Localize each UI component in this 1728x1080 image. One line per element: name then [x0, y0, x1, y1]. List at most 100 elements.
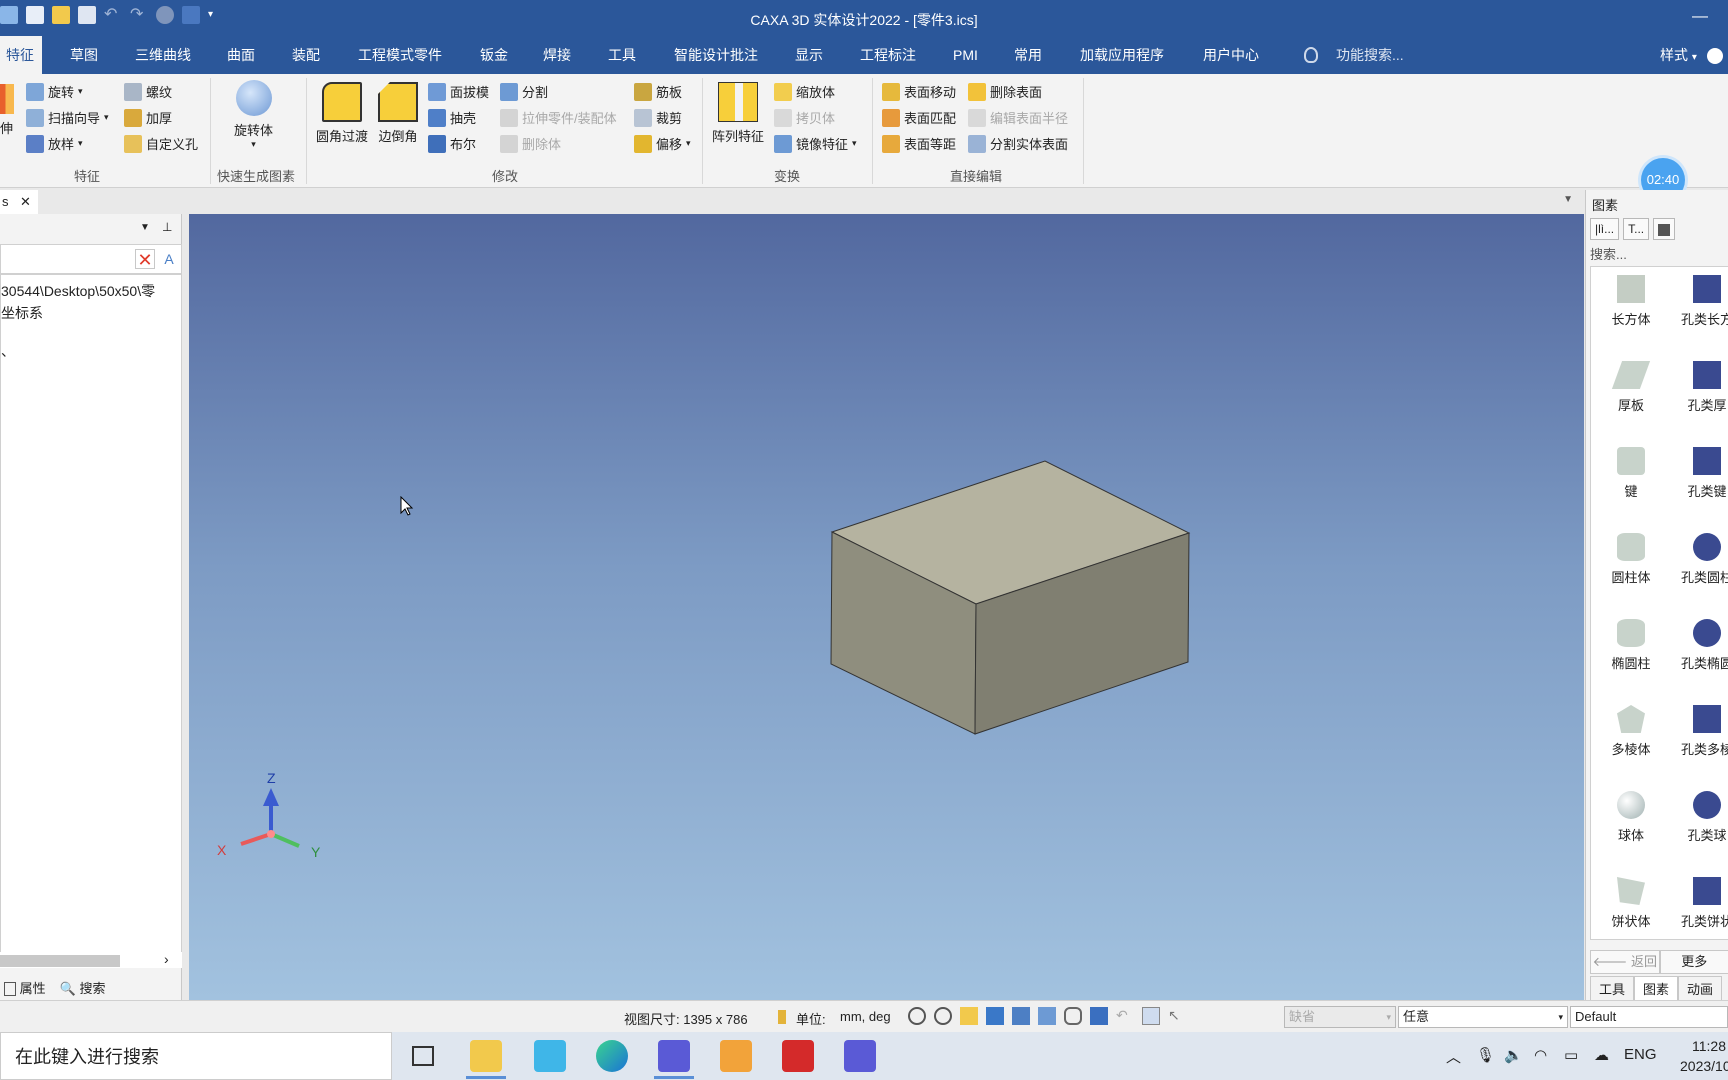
tab-engineering-annotation[interactable]: 工程标注: [854, 36, 922, 74]
minimize-button[interactable]: —: [1692, 8, 1708, 26]
chamfer-button[interactable]: 边倒角: [378, 82, 418, 145]
tab-sketch[interactable]: 草图: [64, 36, 104, 74]
tab-feature[interactable]: 特征: [0, 36, 42, 74]
section-icon[interactable]: [1012, 1007, 1030, 1025]
properties-tab[interactable]: 属性: [4, 978, 46, 997]
element-hole-key[interactable]: 孔类键: [1667, 447, 1728, 500]
trim-button[interactable]: 裁剪: [634, 108, 682, 127]
delete-body-button[interactable]: 删除体: [500, 134, 561, 153]
fillet-button[interactable]: 圆角过渡: [316, 82, 368, 145]
elements-tab[interactable]: 图素: [1634, 976, 1679, 1001]
microphone-icon[interactable]: 🎙: [1476, 1046, 1495, 1064]
chevron-down-icon[interactable]: ▼: [140, 222, 150, 233]
task-view-icon[interactable]: [412, 1046, 434, 1066]
element-hole-cylinder[interactable]: 孔类圆柱: [1667, 533, 1728, 586]
filter-options-icon[interactable]: A: [159, 249, 179, 269]
edit-face-radius-button[interactable]: 编辑表面半径: [968, 108, 1068, 127]
tab-pmi[interactable]: PMI: [947, 36, 984, 74]
offset-button[interactable]: 偏移 ▾: [634, 134, 691, 153]
thread-button[interactable]: 螺纹: [124, 82, 172, 101]
bilibili-icon[interactable]: [534, 1040, 566, 1072]
selection-filter-select[interactable]: 任意 ▾: [1398, 1006, 1568, 1028]
tab-smart-annotation[interactable]: 智能设计批注: [668, 36, 764, 74]
element-cylinder[interactable]: 圆柱体: [1591, 533, 1671, 586]
tab-tools[interactable]: 工具: [602, 36, 642, 74]
element-hole-elliptic-cylinder[interactable]: 孔类椭圆: [1667, 619, 1728, 672]
unit-value[interactable]: mm, deg: [840, 1009, 891, 1024]
custom-hole-button[interactable]: 自定义孔: [124, 134, 198, 153]
solidworks-icon[interactable]: [782, 1040, 814, 1072]
revolve-body-button[interactable]: 旋转体 ▾: [234, 80, 273, 150]
viewport-canvas[interactable]: [189, 214, 1584, 1000]
scale-button[interactable]: 缩放体: [774, 82, 835, 101]
pattern-button[interactable]: 阵列特征: [712, 82, 764, 145]
tab-sheet-metal[interactable]: 钣金: [474, 36, 514, 74]
edge-icon[interactable]: [596, 1040, 628, 1072]
help-icon[interactable]: [1706, 48, 1723, 65]
tree-item-part[interactable]: 、: [1, 341, 15, 361]
style-select[interactable]: Default: [1570, 1006, 1728, 1028]
element-hole-thick-plate[interactable]: 孔类厚: [1667, 361, 1728, 414]
tab-welding[interactable]: 焊接: [537, 36, 577, 74]
element-hole-pie[interactable]: 孔类饼状: [1667, 877, 1728, 930]
loft-button[interactable]: 放样 ▾: [26, 134, 83, 153]
wifi-icon[interactable]: ◠: [1534, 1046, 1547, 1064]
cloud-icon[interactable]: ☁: [1594, 1046, 1609, 1064]
revolve-button[interactable]: 旋转 ▾: [26, 82, 83, 101]
app-i-icon[interactable]: [720, 1040, 752, 1072]
pointer-icon[interactable]: ↖: [1168, 1007, 1186, 1025]
stretch-part-button[interactable]: 拉伸零件/装配体: [500, 108, 617, 127]
catalog-tab-save[interactable]: [1653, 218, 1676, 240]
chevron-down-icon[interactable]: ▼: [1563, 194, 1573, 205]
speaker-icon[interactable]: 🔈: [1504, 1046, 1523, 1064]
sweep-button[interactable]: 扫描向导 ▾: [26, 108, 109, 127]
element-polygon-prism[interactable]: 多棱体: [1591, 705, 1671, 758]
element-cuboid[interactable]: 长方体: [1591, 275, 1671, 328]
caxa-icon[interactable]: [658, 1040, 690, 1072]
tab-load-apps[interactable]: 加载应用程序: [1074, 36, 1170, 74]
face-draft-button[interactable]: 面拔模: [428, 82, 489, 101]
document-tab[interactable]: s ✕: [0, 190, 38, 214]
select-pointer-icon[interactable]: [1142, 1007, 1160, 1025]
taskbar-search-input[interactable]: 在此键入进行搜索: [0, 1032, 392, 1080]
rib-button[interactable]: 筋板: [634, 82, 682, 101]
element-key[interactable]: 键: [1591, 447, 1671, 500]
close-icon[interactable]: ✕: [20, 190, 31, 214]
tree-item-path[interactable]: 30544\Desktop\50x50\零: [1, 281, 155, 301]
element-sphere[interactable]: 球体: [1591, 791, 1671, 844]
element-pie[interactable]: 饼状体: [1591, 877, 1671, 930]
tree-item-coordinate-system[interactable]: 坐标系: [1, 303, 43, 323]
boolean-button[interactable]: 布尔: [428, 134, 476, 153]
back-button[interactable]: 🡐 返回: [1590, 950, 1660, 974]
copy-body-button[interactable]: 拷贝体: [774, 108, 835, 127]
tab-user-center[interactable]: 用户中心: [1197, 36, 1265, 74]
filter-select-disabled[interactable]: 缺省 ▾: [1284, 1006, 1396, 1028]
split-button[interactable]: 分割: [500, 82, 548, 101]
thicken-button[interactable]: 加厚: [124, 108, 172, 127]
catalog-tab-1[interactable]: |lì...: [1590, 218, 1620, 240]
function-search-input[interactable]: 功能搜索...: [1336, 36, 1404, 74]
style-menu[interactable]: 样式 ▾: [1660, 36, 1723, 74]
tab-assembly[interactable]: 装配: [286, 36, 326, 74]
extrude-button[interactable]: 伸: [0, 84, 14, 137]
tree-filter-input[interactable]: ✕ A: [0, 244, 182, 274]
face-move-button[interactable]: 表面移动: [882, 82, 956, 101]
element-hole-polygon-prism[interactable]: 孔类多棱: [1667, 705, 1728, 758]
view-orient-icon[interactable]: [960, 1007, 978, 1025]
search-tab[interactable]: 🔍 搜索: [60, 978, 106, 997]
caxa-second-icon[interactable]: [844, 1040, 876, 1072]
face-offset-button[interactable]: 表面等距: [882, 134, 956, 153]
cube-view-icon[interactable]: [1090, 1007, 1108, 1025]
tab-display[interactable]: 显示: [789, 36, 829, 74]
chevron-right-icon[interactable]: ›: [164, 951, 169, 967]
scrollbar-thumb[interactable]: [0, 955, 120, 967]
animation-tab[interactable]: 动画: [1678, 976, 1723, 1001]
element-thick-plate[interactable]: 厚板: [1591, 361, 1671, 414]
element-hole-cuboid[interactable]: 孔类长方: [1667, 275, 1728, 328]
element-elliptic-cylinder[interactable]: 椭圆柱: [1591, 619, 1671, 672]
face-match-button[interactable]: 表面匹配: [882, 108, 956, 127]
catalog-tab-2[interactable]: T...: [1623, 218, 1650, 240]
delete-face-button[interactable]: 删除表面: [968, 82, 1042, 101]
3d-viewport[interactable]: Z X Y: [189, 214, 1584, 1000]
element-hole-sphere[interactable]: 孔类球: [1667, 791, 1728, 844]
